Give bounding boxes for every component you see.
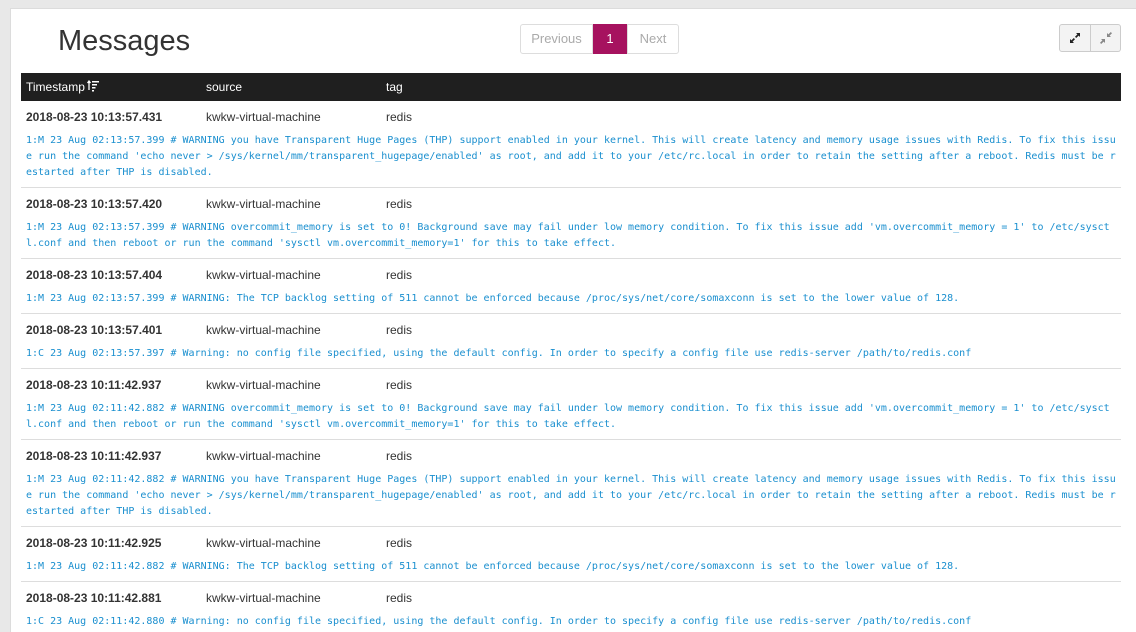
row-message: 1:M 23 Aug 02:11:42.882 # WARNING overco… (26, 403, 1110, 430)
table-row[interactable]: 2018-08-23 10:11:42.937 kwkw-virtual-mach… (21, 369, 1121, 440)
row-meta: 2018-08-23 10:13:57.431 kwkw-virtual-mach… (21, 101, 1121, 133)
collapse-button[interactable] (1091, 24, 1121, 52)
row-message: 1:M 23 Aug 02:13:57.399 # WARNING: The T… (26, 293, 960, 304)
row-message: 1:M 23 Aug 02:11:42.882 # WARNING: The T… (26, 561, 960, 572)
row-message: 1:M 23 Aug 02:13:57.399 # WARNING overco… (26, 222, 1110, 249)
row-timestamp: 2018-08-23 10:11:42.937 (26, 378, 162, 392)
row-message: 1:C 23 Aug 02:13:57.397 # Warning: no co… (26, 348, 972, 359)
row-meta: 2018-08-23 10:13:57.401 kwkw-virtual-mach… (21, 314, 1121, 346)
row-meta: 2018-08-23 10:11:42.881 kwkw-virtual-mach… (21, 582, 1121, 614)
row-message: 1:M 23 Aug 02:11:42.882 # WARNING you ha… (26, 474, 1116, 517)
column-header-timestamp-label: Timestamp (26, 80, 85, 94)
row-meta: 2018-08-23 10:11:42.937 kwkw-virtual-mach… (21, 369, 1121, 401)
sort-descending-icon[interactable] (86, 80, 99, 92)
row-timestamp: 2018-08-23 10:13:57.420 (26, 197, 163, 211)
row-timestamp: 2018-08-23 10:11:42.925 (26, 536, 162, 550)
row-tag: redis (386, 110, 413, 124)
view-controls (1059, 24, 1121, 52)
expand-button[interactable] (1059, 24, 1091, 52)
row-timestamp: 2018-08-23 10:13:57.401 (26, 323, 163, 337)
row-timestamp: 2018-08-23 10:11:42.881 (26, 591, 162, 605)
previous-page-button[interactable]: Previous (520, 24, 593, 54)
row-meta: 2018-08-23 10:13:57.404 kwkw-virtual-mach… (21, 259, 1121, 291)
row-tag: redis (386, 449, 413, 463)
row-tag: redis (386, 378, 413, 392)
table-row[interactable]: 2018-08-23 10:13:57.404 kwkw-virtual-mach… (21, 259, 1121, 314)
table-row[interactable]: 2018-08-23 10:13:57.401 kwkw-virtual-mach… (21, 314, 1121, 369)
table-row[interactable]: 2018-08-23 10:11:42.937 kwkw-virtual-mach… (21, 440, 1121, 527)
table-row[interactable]: 2018-08-23 10:11:42.881 kwkw-virtual-mach… (21, 582, 1121, 632)
row-source: kwkw-virtual-machine (206, 323, 321, 337)
table-header: Timestamp source tag (21, 73, 1121, 101)
row-source: kwkw-virtual-machine (206, 378, 321, 392)
column-header-tag[interactable]: tag (386, 73, 403, 101)
table-row[interactable]: 2018-08-23 10:13:57.420 kwkw-virtual-mach… (21, 188, 1121, 259)
messages-panel: Messages Previous 1 Next Timestamp sourc… (10, 8, 1136, 632)
table-row[interactable]: 2018-08-23 10:13:57.431 kwkw-virtual-mach… (21, 101, 1121, 188)
row-source: kwkw-virtual-machine (206, 110, 321, 124)
row-tag: redis (386, 268, 413, 282)
next-page-button[interactable]: Next (627, 24, 679, 54)
row-meta: 2018-08-23 10:13:57.420 kwkw-virtual-mach… (21, 188, 1121, 220)
row-message: 1:M 23 Aug 02:13:57.399 # WARNING you ha… (26, 135, 1116, 178)
row-source: kwkw-virtual-machine (206, 536, 321, 550)
row-source: kwkw-virtual-machine (206, 268, 321, 282)
current-page-button[interactable]: 1 (593, 24, 627, 54)
row-tag: redis (386, 197, 413, 211)
row-meta: 2018-08-23 10:11:42.937 kwkw-virtual-mach… (21, 440, 1121, 472)
row-timestamp: 2018-08-23 10:13:57.431 (26, 110, 163, 124)
row-tag: redis (386, 591, 413, 605)
row-source: kwkw-virtual-machine (206, 591, 321, 605)
row-source: kwkw-virtual-machine (206, 449, 321, 463)
compress-icon (1099, 32, 1112, 44)
row-timestamp: 2018-08-23 10:11:42.937 (26, 449, 162, 463)
row-tag: redis (386, 323, 413, 337)
pagination: Previous 1 Next (520, 24, 679, 54)
column-header-source[interactable]: source (206, 73, 242, 101)
expand-icon (1070, 33, 1080, 43)
row-timestamp: 2018-08-23 10:13:57.404 (26, 268, 163, 282)
row-source: kwkw-virtual-machine (206, 197, 321, 211)
row-meta: 2018-08-23 10:11:42.925 kwkw-virtual-mach… (21, 527, 1121, 559)
table-row[interactable]: 2018-08-23 10:11:42.925 kwkw-virtual-mach… (21, 527, 1121, 582)
page-title: Messages (58, 25, 191, 57)
row-message: 1:C 23 Aug 02:11:42.880 # Warning: no co… (26, 616, 972, 627)
row-tag: redis (386, 536, 413, 550)
message-list: 2018-08-23 10:13:57.431 kwkw-virtual-mach… (21, 101, 1121, 632)
column-header-timestamp[interactable]: Timestamp (26, 73, 99, 101)
